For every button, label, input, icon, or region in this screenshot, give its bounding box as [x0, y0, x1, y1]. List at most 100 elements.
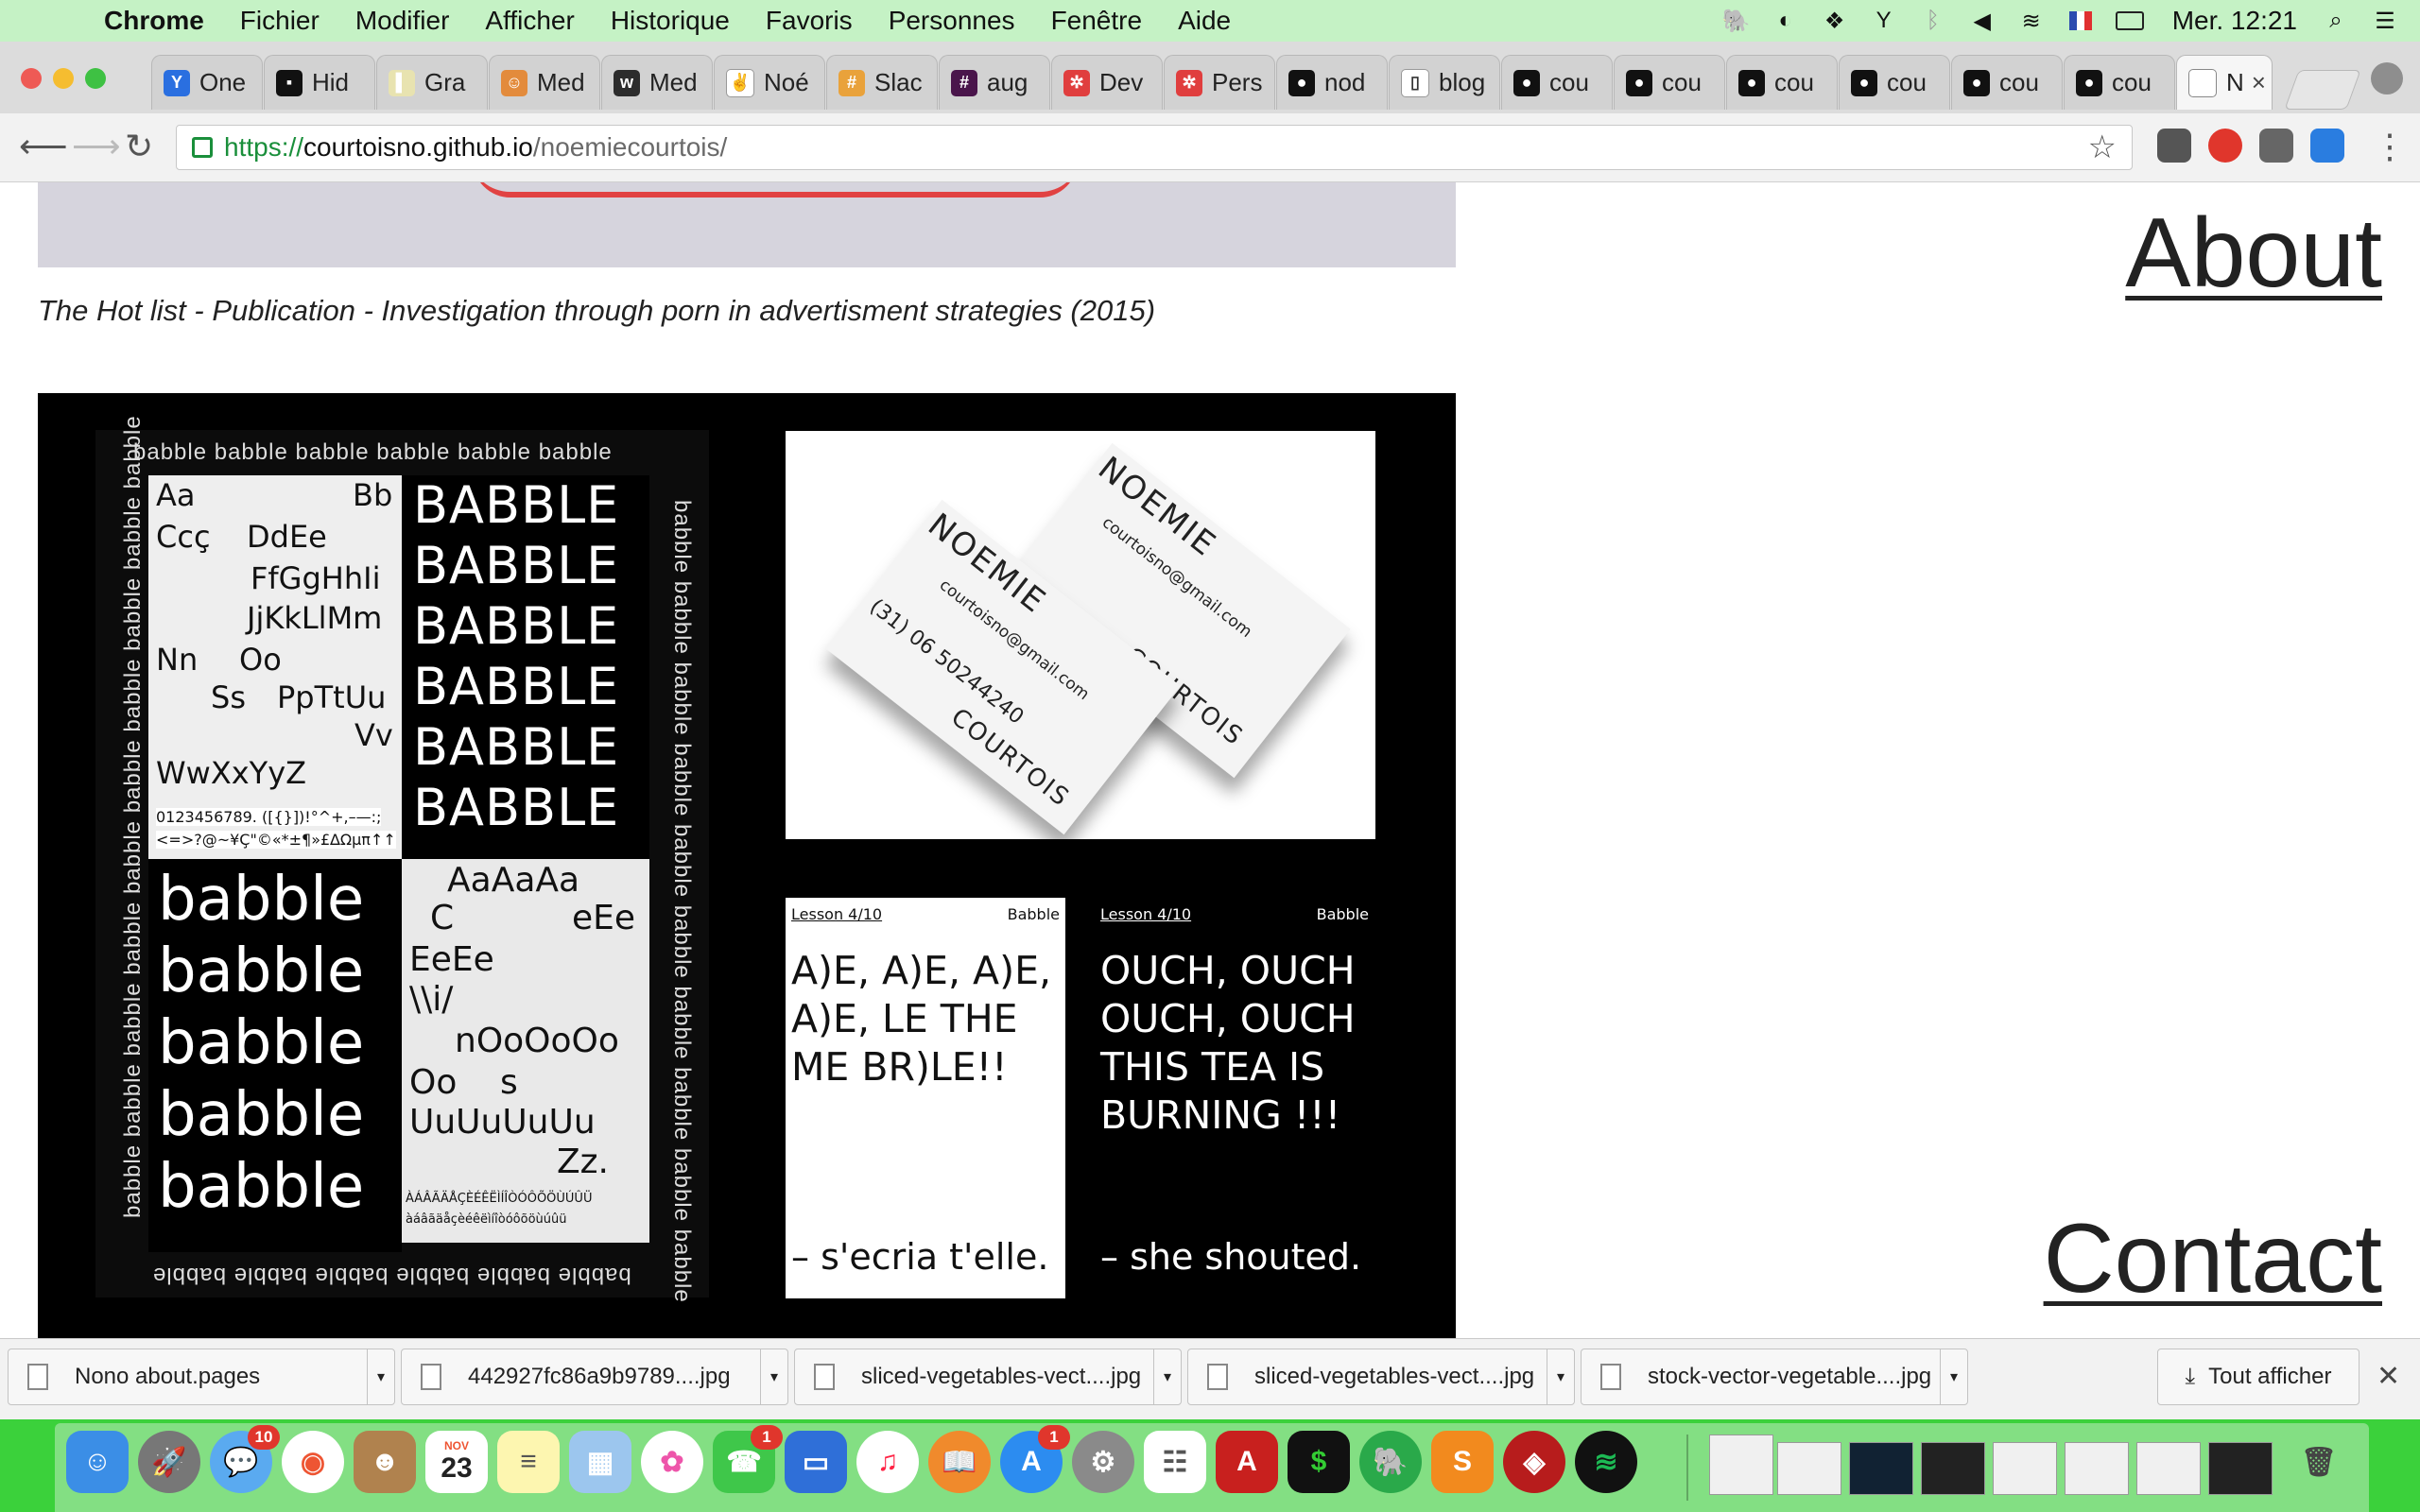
- buffer-extension-icon[interactable]: [2157, 129, 2191, 163]
- itunes-icon[interactable]: ♫: [856, 1431, 919, 1493]
- browser-tab[interactable]: ☺ Med: [489, 55, 600, 110]
- photos-icon[interactable]: ✿: [641, 1431, 703, 1493]
- volume-icon[interactable]: ◀: [1968, 7, 1996, 35]
- pocket-extension-icon[interactable]: [2259, 129, 2293, 163]
- system-preferences-icon[interactable]: ⚙: [1072, 1431, 1134, 1493]
- download-item[interactable]: 442927fc86a9b9789....jpg ▾: [401, 1349, 788, 1405]
- calendar-icon[interactable]: NOV 23: [425, 1431, 488, 1493]
- browser-tab[interactable]: ● cou: [1951, 55, 2063, 110]
- window-thumbnail[interactable]: [1777, 1442, 1841, 1495]
- chevron-down-icon[interactable]: ▾: [760, 1349, 787, 1404]
- browser-tab[interactable]: ✲ Pers: [1164, 55, 1275, 110]
- bookmark-star-icon[interactable]: ☆: [2088, 129, 2117, 166]
- zoom-window-button[interactable]: [85, 68, 106, 89]
- window-thumbnail[interactable]: [1921, 1442, 1985, 1495]
- close-downloads-bar-icon[interactable]: ✕: [2377, 1360, 2400, 1393]
- address-bar[interactable]: https:// courtoisno.github.io /noemiecou…: [176, 125, 2133, 170]
- profile-avatar[interactable]: [2371, 62, 2403, 94]
- spotlight-search-icon[interactable]: ⌕: [2322, 7, 2350, 35]
- preview-icon[interactable]: ▦: [569, 1431, 631, 1493]
- show-all-downloads-button[interactable]: ⤓ Tout afficher: [2157, 1349, 2360, 1405]
- ibooks-icon[interactable]: 📖: [928, 1431, 991, 1493]
- close-tab-icon[interactable]: ×: [2252, 68, 2266, 97]
- notification-center-icon[interactable]: ☰: [2371, 7, 2399, 35]
- window-thumbnail[interactable]: [2065, 1442, 2129, 1495]
- chevron-down-icon[interactable]: ▾: [1547, 1349, 1574, 1404]
- browser-tab[interactable]: ● cou: [1614, 55, 1725, 110]
- chrome-icon[interactable]: ◉: [282, 1431, 344, 1493]
- adblock-extension-icon[interactable]: [2208, 129, 2242, 163]
- window-thumbnail[interactable]: [1849, 1442, 1913, 1495]
- browser-tab[interactable]: w Med: [601, 55, 713, 110]
- evernote-icon[interactable]: 🐘: [1359, 1431, 1422, 1493]
- browser-tab[interactable]: # Slac: [826, 55, 938, 110]
- chevron-down-icon[interactable]: ▾: [1153, 1349, 1181, 1404]
- french-flag-icon[interactable]: [2066, 7, 2095, 35]
- forward-button[interactable]: ⟶: [72, 127, 121, 166]
- menu-personnes[interactable]: Personnes: [889, 6, 1015, 36]
- browser-tab-active[interactable]: N ×: [2176, 55, 2273, 110]
- reminders-icon[interactable]: ☷: [1144, 1431, 1206, 1493]
- browser-tab[interactable]: ● cou: [2064, 55, 2175, 110]
- chevron-down-icon[interactable]: ▾: [1940, 1349, 1967, 1404]
- acrobat-icon[interactable]: A: [1216, 1431, 1278, 1493]
- new-tab-button[interactable]: [2284, 70, 2361, 110]
- clock[interactable]: Mer. 12:21: [2172, 6, 2297, 36]
- window-thumbnail[interactable]: [2136, 1442, 2201, 1495]
- download-item[interactable]: stock-vector-vegetable....jpg ▾: [1581, 1349, 1968, 1405]
- menu-modifier[interactable]: Modifier: [355, 6, 450, 36]
- back-button[interactable]: ⟵: [19, 127, 68, 166]
- browser-tab[interactable]: ● cou: [1839, 55, 1950, 110]
- menu-favoris[interactable]: Favoris: [766, 6, 853, 36]
- notes-icon[interactable]: ≡: [497, 1431, 560, 1493]
- app-store-icon[interactable]: A1: [1000, 1425, 1070, 1493]
- menu-fenetre[interactable]: Fenêtre: [1051, 6, 1143, 36]
- sublime-text-icon[interactable]: S: [1431, 1431, 1494, 1493]
- chevron-down-icon[interactable]: ▾: [367, 1349, 394, 1404]
- menu-aide[interactable]: Aide: [1178, 6, 1231, 36]
- browser-tab[interactable]: Y One: [151, 55, 263, 110]
- wifi-icon[interactable]: ≋: [2017, 7, 2046, 35]
- bluetooth-icon[interactable]: ᛒ: [1919, 7, 1947, 35]
- contacts-icon[interactable]: ☻: [354, 1431, 416, 1493]
- browser-tab[interactable]: ● nod: [1276, 55, 1388, 110]
- about-link[interactable]: About: [2125, 198, 2382, 310]
- browser-tab[interactable]: ✌ Noé: [714, 55, 825, 110]
- browser-tab[interactable]: ✲ Dev: [1051, 55, 1163, 110]
- facetime-icon[interactable]: ☎ 1: [713, 1425, 783, 1493]
- browser-tab[interactable]: # aug: [939, 55, 1050, 110]
- browser-tab[interactable]: ▯ blog: [1389, 55, 1500, 110]
- fork-tray-icon[interactable]: Y: [1870, 7, 1898, 35]
- keynote-icon[interactable]: ▭: [785, 1431, 847, 1493]
- menu-afficher[interactable]: Afficher: [485, 6, 574, 36]
- contact-link[interactable]: Contact: [2044, 1203, 2382, 1315]
- messages-icon[interactable]: 💬 10: [210, 1425, 280, 1493]
- browser-tab[interactable]: ● cou: [1726, 55, 1838, 110]
- trash-icon[interactable]: 🗑: [2288, 1431, 2350, 1493]
- browser-tab[interactable]: ▪ Hid: [264, 55, 375, 110]
- menu-app-name[interactable]: Chrome: [104, 6, 204, 36]
- finder-icon[interactable]: ☺: [66, 1431, 129, 1493]
- download-item[interactable]: Nono about.pages ▾: [8, 1349, 395, 1405]
- reload-button[interactable]: ↻: [125, 127, 153, 166]
- minimize-window-button[interactable]: [53, 68, 74, 89]
- menu-historique[interactable]: Historique: [611, 6, 730, 36]
- close-window-button[interactable]: [21, 68, 42, 89]
- download-item[interactable]: sliced-vegetables-vect....jpg ▾: [1187, 1349, 1575, 1405]
- menu-fichier[interactable]: Fichier: [240, 6, 320, 36]
- evernote-tray-icon[interactable]: 🐘: [1722, 7, 1751, 35]
- launchpad-icon[interactable]: 🚀: [138, 1431, 200, 1493]
- browser-tab[interactable]: ● cou: [1501, 55, 1613, 110]
- secure-lock-icon[interactable]: [192, 137, 213, 158]
- chrome-menu-icon[interactable]: ⋮: [2373, 127, 2407, 166]
- download-item[interactable]: sliced-vegetables-vect....jpg ▾: [794, 1349, 1182, 1405]
- spotify-icon[interactable]: ≋: [1575, 1431, 1637, 1493]
- browser-tab[interactable]: ▌ Gra: [376, 55, 488, 110]
- terminal-icon[interactable]: $: [1288, 1431, 1350, 1493]
- battery-icon[interactable]: [2115, 7, 2144, 35]
- sync-tray-icon[interactable]: ◐: [1772, 7, 1800, 35]
- y-extension-icon[interactable]: [2310, 129, 2344, 163]
- window-thumbnail[interactable]: [1993, 1442, 2057, 1495]
- rtf-document-thumbnail[interactable]: [1709, 1435, 1773, 1495]
- window-thumbnail[interactable]: [2208, 1442, 2273, 1495]
